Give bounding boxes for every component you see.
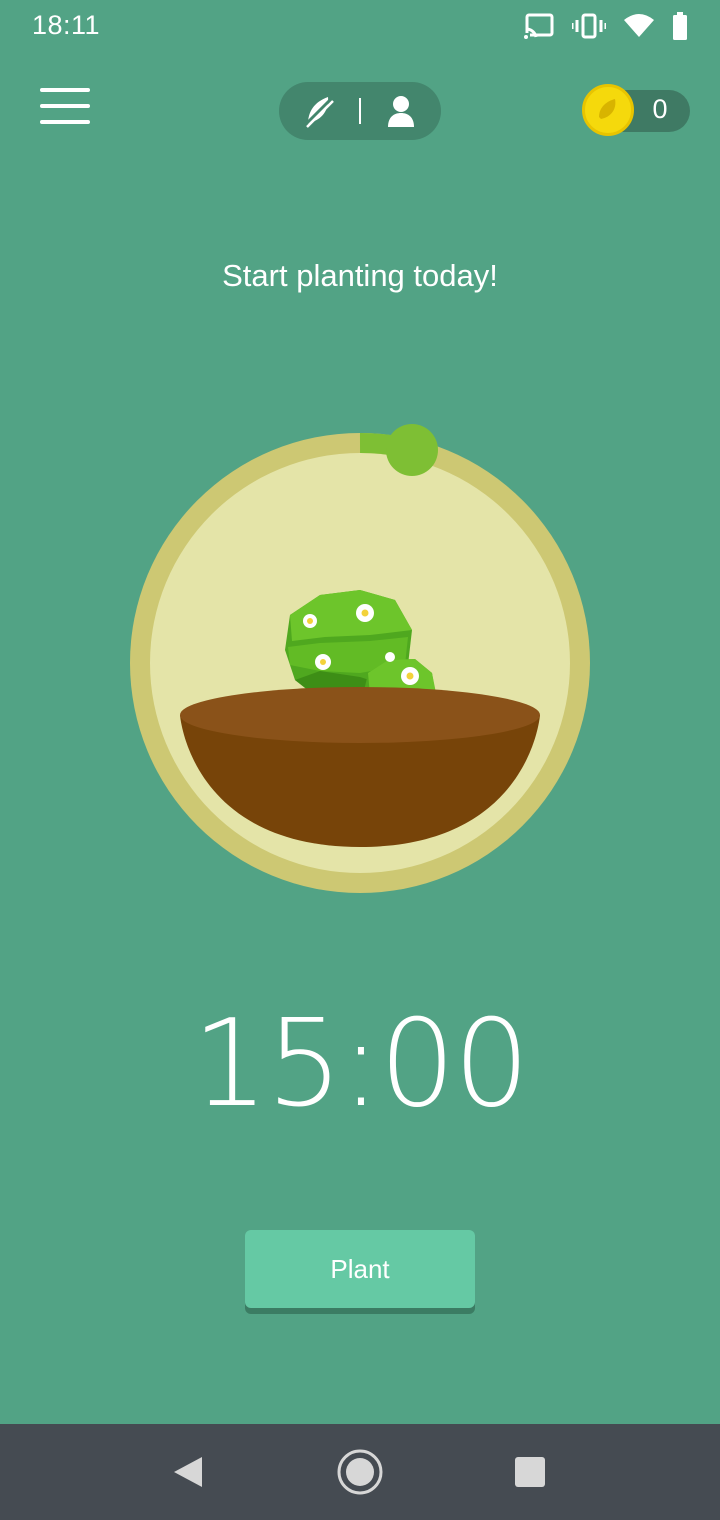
home-circle-icon[interactable] bbox=[336, 1448, 384, 1496]
cast-icon bbox=[524, 13, 554, 39]
back-triangle-icon[interactable] bbox=[164, 1448, 212, 1496]
hamburger-menu-icon[interactable] bbox=[40, 88, 94, 132]
progress-handle bbox=[386, 424, 438, 476]
coin-icon bbox=[582, 84, 634, 136]
coin-count: 0 bbox=[652, 94, 668, 124]
status-icons bbox=[524, 12, 688, 40]
top-bar: 0 bbox=[0, 70, 720, 154]
timer-display[interactable]: 15:00 bbox=[0, 995, 720, 1134]
system-nav-bar bbox=[0, 1424, 720, 1520]
leaf-off-icon[interactable] bbox=[301, 93, 337, 129]
status-time: 18:11 bbox=[32, 10, 101, 40]
plant-button[interactable]: Plant bbox=[245, 1230, 475, 1308]
person-icon[interactable] bbox=[383, 93, 419, 129]
status-bar: 18:11 bbox=[0, 0, 720, 54]
tree-timer-ring[interactable] bbox=[120, 415, 600, 905]
headline: Start planting today! bbox=[222, 258, 498, 293]
wifi-icon bbox=[624, 14, 654, 38]
vibrate-icon bbox=[572, 13, 606, 39]
mode-toggle[interactable] bbox=[279, 82, 441, 140]
battery-icon bbox=[672, 12, 688, 40]
recents-square-icon[interactable] bbox=[506, 1448, 554, 1496]
mode-divider bbox=[359, 98, 361, 124]
